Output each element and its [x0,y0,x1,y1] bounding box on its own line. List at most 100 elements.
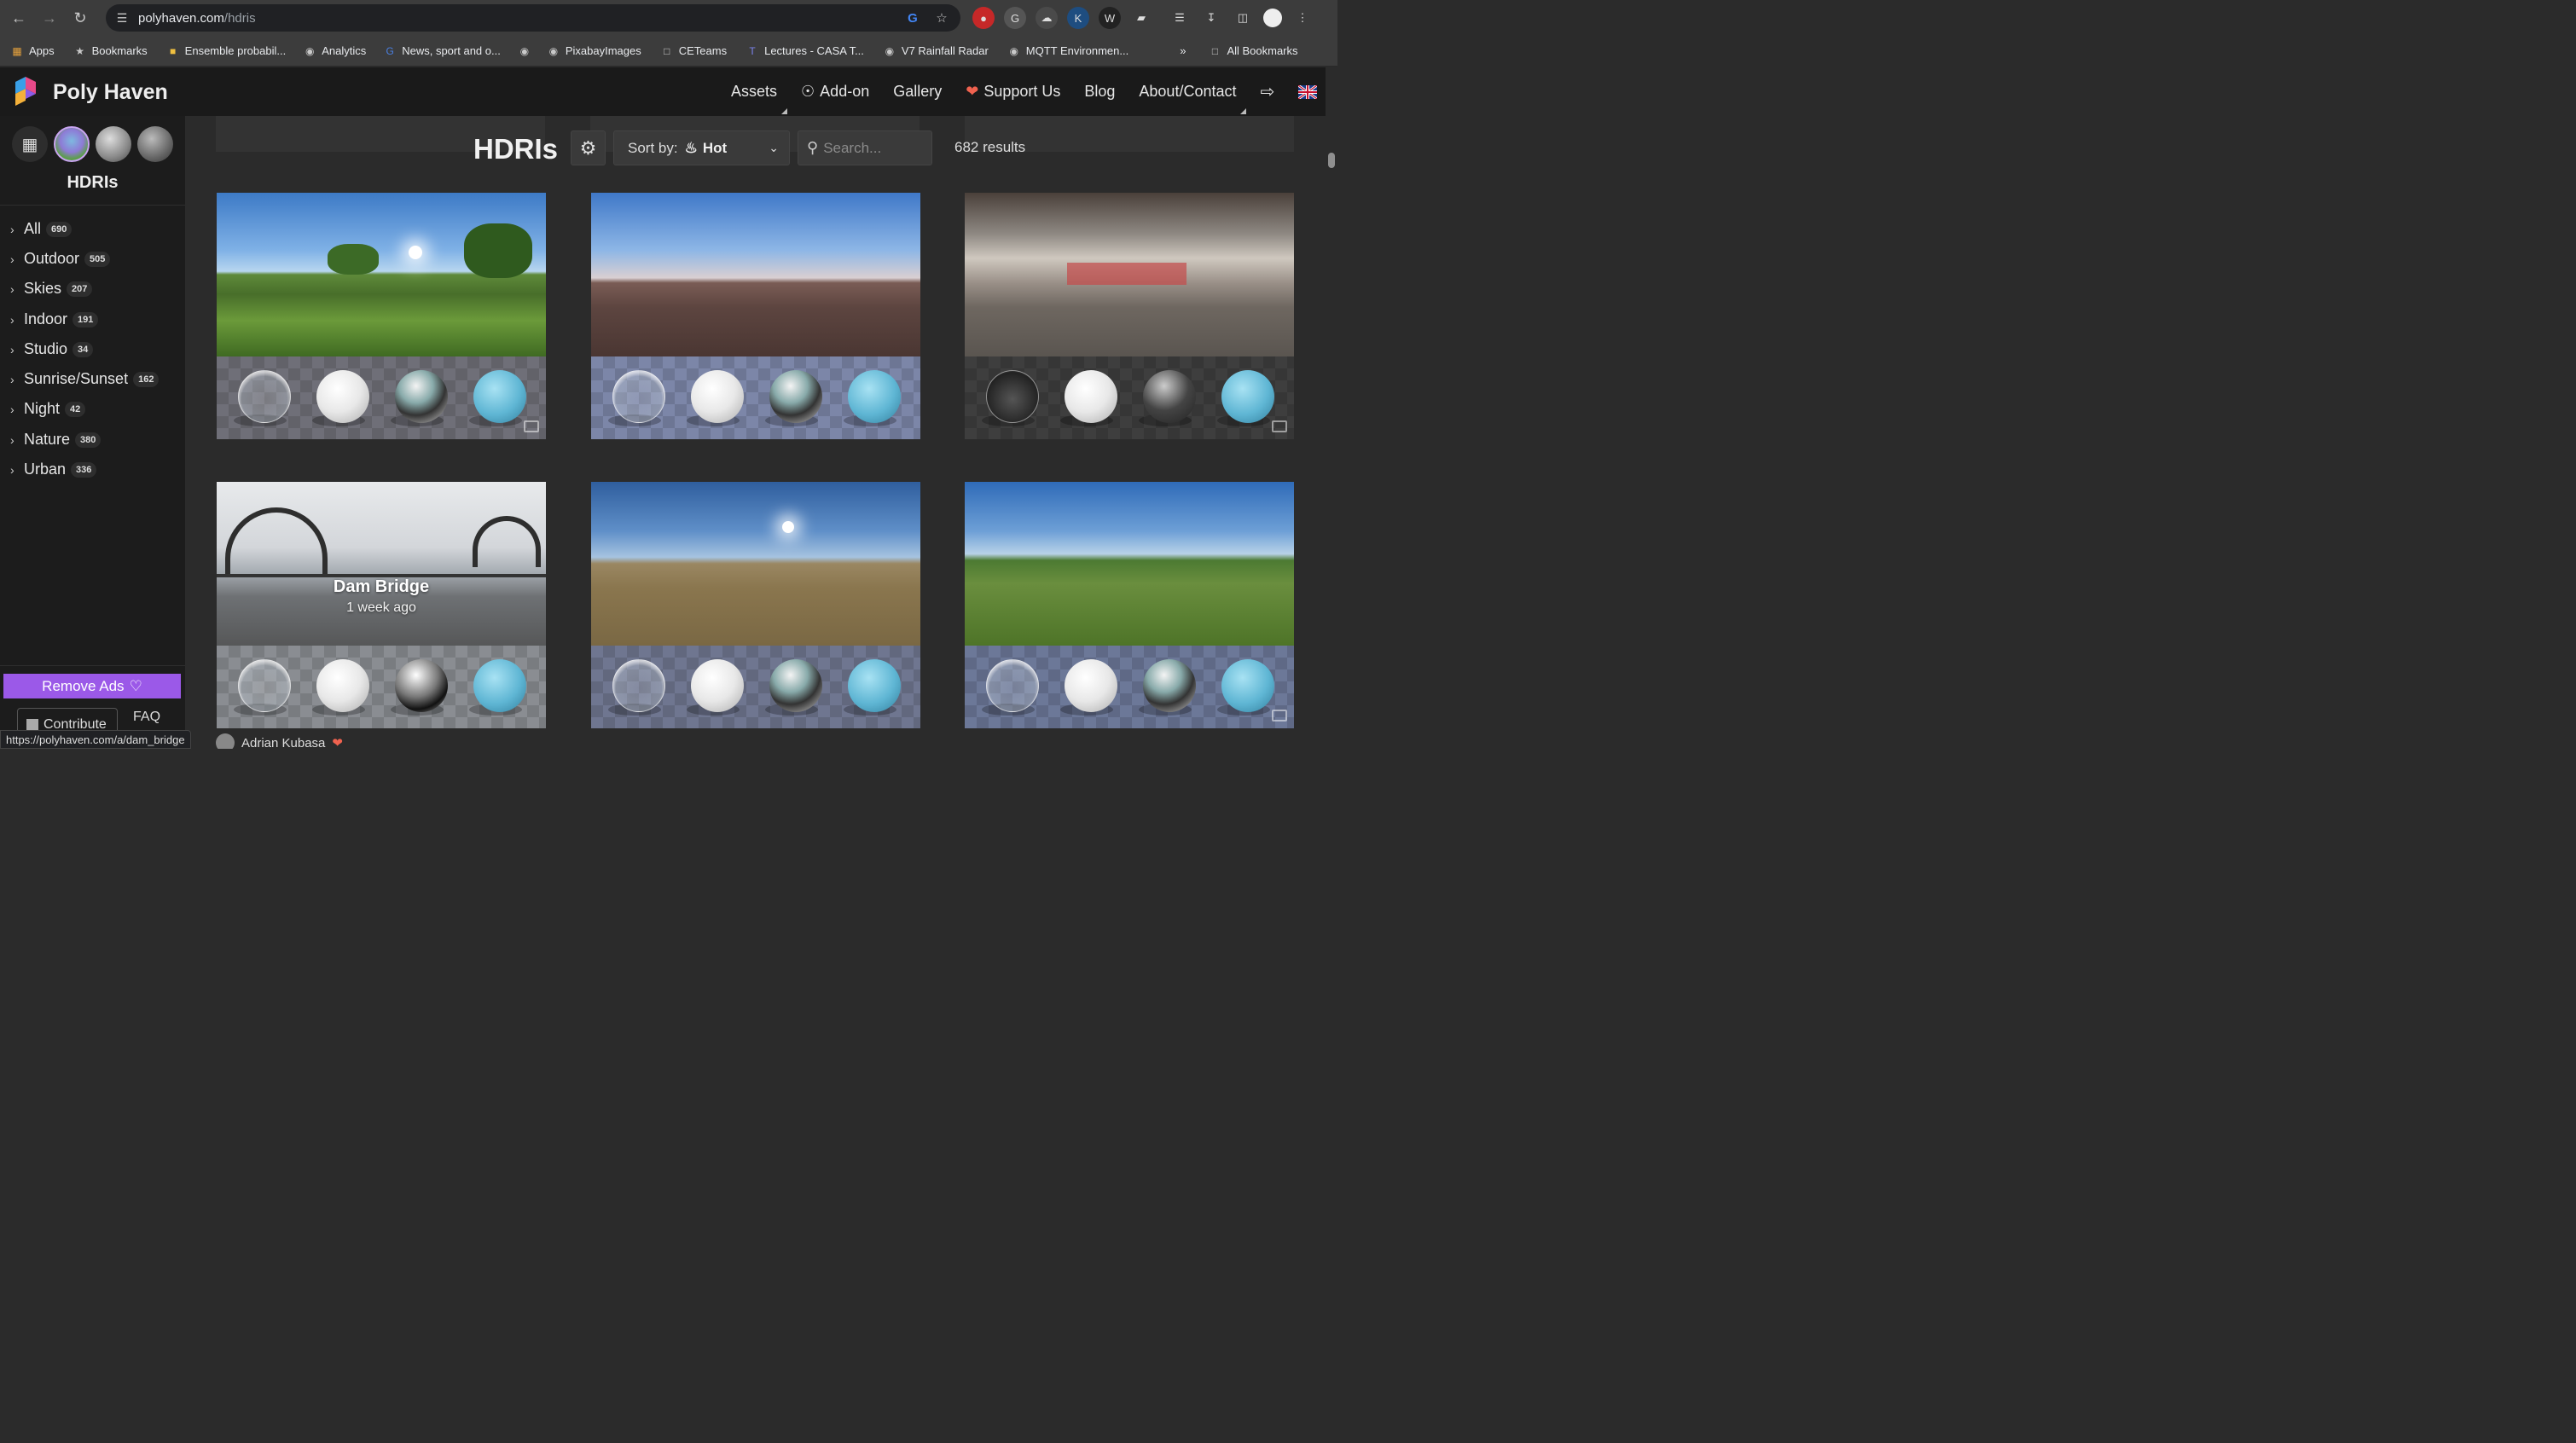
category-indoor[interactable]: › Indoor 191 [10,310,99,328]
profile-avatar-icon[interactable] [1263,9,1282,27]
extension-w-icon[interactable]: W [1099,7,1121,29]
google-lens-icon[interactable]: G [904,9,921,26]
category-studio[interactable]: › Studio 34 [10,340,94,358]
remove-ads-button[interactable]: Remove Ads ♡ [3,674,181,698]
model-type-icon[interactable] [137,126,173,162]
all-types-grid-icon[interactable]: ▦ [12,126,48,162]
nav-addon[interactable]: ☉ Add-on [789,67,881,116]
hdri-card[interactable] [965,482,1294,728]
back-icon[interactable]: ← [7,6,31,30]
bookmark-globe[interactable]: ◉ [518,44,531,58]
star-icon: ★ [75,44,85,57]
flame-icon: ♨ [684,139,698,156]
extension-red-icon[interactable]: ● [972,7,995,29]
category-urban[interactable]: › Urban 336 [10,461,97,478]
chrome-sphere [1143,659,1196,712]
category-night[interactable]: › Night 42 [10,400,86,418]
category-label: Indoor [24,310,68,327]
all-bookmarks[interactable]: □ All Bookmarks [1208,44,1298,58]
bookmark-label: Apps [29,44,55,57]
brand-name[interactable]: Poly Haven [53,80,168,105]
chevron-right-icon: › [10,252,15,266]
bookmark-bookmarks[interactable]: ★ Bookmarks [73,44,147,58]
hdri-card[interactable] [591,193,920,439]
bookmark-lectures[interactable]: T Lectures - CASA T... [746,44,863,58]
chevron-right-icon: › [10,312,15,327]
sort-dropdown[interactable]: Sort by: ♨ Hot ⌄ [613,130,790,165]
bookmarks-overflow[interactable]: » [1180,44,1186,57]
reading-list-icon[interactable]: ☰ [1169,7,1191,29]
reload-icon[interactable]: ↻ [68,6,92,30]
language-flag-icon[interactable] [1286,67,1329,116]
white-sphere [1065,370,1117,423]
globe-icon: ◉ [519,44,530,57]
bookmark-mqtt[interactable]: ◉ MQTT Environmen... [1007,44,1129,58]
login-icon[interactable]: ⇨ [1248,67,1286,116]
hdri-card-dam-bridge[interactable]: Dam Bridge 1 week ago [217,482,546,728]
hdri-type-icon[interactable] [54,126,90,162]
url-path: /hdris [223,10,256,26]
extension-grammarly-icon[interactable]: G [1004,7,1026,29]
apps-grid-icon: ▦ [12,44,22,57]
category-all[interactable]: › All 690 [10,220,73,238]
category-count: 690 [46,221,73,237]
chevron-right-icon: › [10,462,15,477]
download-icon[interactable]: ↧ [1200,7,1222,29]
glass-sphere [612,659,665,712]
nav-assets[interactable]: Assets [719,67,789,116]
globe-icon: ◉ [1009,44,1019,57]
bookmark-pixabay[interactable]: ◉ PixabayImages [547,44,641,58]
site-header: Poly Haven Assets ☉ Add-on Gallery ❤ Suppo… [0,67,1337,116]
search-input[interactable] [823,139,918,157]
faq-link[interactable]: FAQ [133,710,160,725]
category-outdoor[interactable]: › Outdoor 505 [10,250,111,268]
nav-gallery[interactable]: Gallery [881,67,954,116]
scrollbar-thumb[interactable] [1328,153,1335,168]
extensions-puzzle-icon[interactable]: ▰ [1130,7,1152,29]
search-field[interactable]: ⚲ [798,130,932,165]
category-sunrise-sunset[interactable]: › Sunrise/Sunset 162 [10,370,160,388]
card-author[interactable]: Adrian Kubasa ❤ [216,733,343,749]
bookmark-ceteams[interactable]: □ CETeams [660,44,727,58]
page-scrollbar[interactable] [1326,67,1337,749]
polyhaven-logo-icon[interactable] [12,77,39,107]
category-count: 191 [73,311,99,327]
texture-type-icon[interactable] [96,126,131,162]
nav-about-contact[interactable]: About/Contact [1127,67,1248,116]
extension-cloud-icon[interactable]: ☁ [1036,7,1058,29]
nav-label: Blog [1084,83,1116,100]
bookmark-analytics[interactable]: ◉ Analytics [303,44,366,58]
white-sphere [316,659,369,712]
page-title: HDRIs [473,133,559,165]
category-nature[interactable]: › Nature 380 [10,431,102,449]
category-skies[interactable]: › Skies 207 [10,280,93,298]
folder-icon: □ [1211,44,1219,57]
bookmark-news[interactable]: G News, sport and o... [383,44,501,58]
settings-gear-icon[interactable]: ⚙ [571,130,606,165]
blender-icon: ☉ [801,83,815,100]
menu-kebab-icon[interactable]: ⋮ [1291,7,1314,29]
site-info-icon[interactable]: ☰ [114,10,130,26]
forward-icon[interactable]: → [38,6,61,30]
address-url[interactable]: polyhaven.com/hdris [138,11,256,26]
top-nav: Assets ☉ Add-on Gallery ❤ Support Us Blog … [719,67,1329,116]
hdri-card[interactable] [965,193,1294,439]
chrome-sphere [1143,370,1196,423]
address-bar[interactable]: ☰ polyhaven.com/hdris G ☆ [106,4,960,32]
bookmark-rainfall[interactable]: ◉ V7 Rainfall Radar [883,44,989,58]
nav-blog[interactable]: Blog [1072,67,1127,116]
bookmark-label: PixabayImages [565,44,641,57]
hdri-card[interactable] [217,193,546,439]
bookmark-ensemble[interactable]: ■ Ensemble probabil... [166,44,286,58]
card-date: 1 week ago [346,600,416,615]
hdri-card[interactable] [591,482,920,728]
sort-value: Hot [702,139,728,156]
extension-k-icon[interactable]: K [1067,7,1089,29]
bookmark-star-icon[interactable]: ☆ [933,9,950,26]
chrome-sphere [395,370,448,423]
bookmark-apps[interactable]: ▦ Apps [10,44,55,58]
hdri-preview-image [217,482,546,646]
nav-support-us[interactable]: ❤ Support Us [954,67,1072,116]
browser-toolbar: ← → ↻ ☰ polyhaven.com/hdris G ☆ ● G ☁ K … [0,0,1337,36]
side-panel-icon[interactable]: ◫ [1232,7,1254,29]
